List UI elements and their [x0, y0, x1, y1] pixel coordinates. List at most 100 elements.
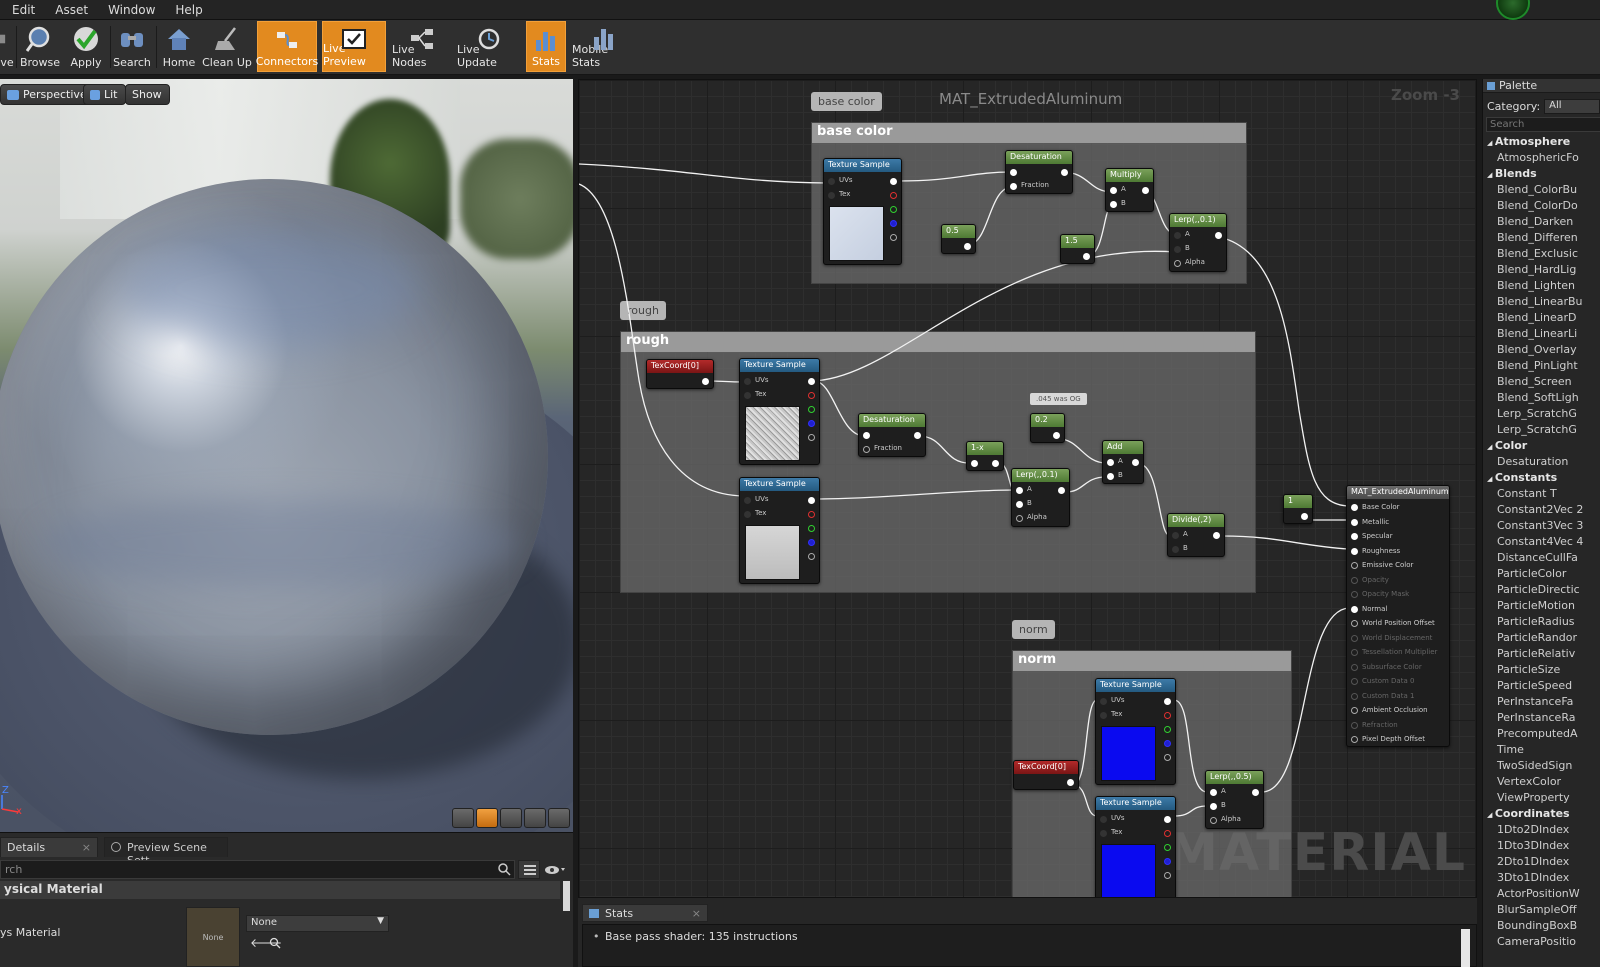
palette-item[interactable]: 1Dto2DIndex	[1483, 822, 1600, 838]
palette-item[interactable]: Constant4Vec 4	[1483, 534, 1600, 550]
node-texture-sample-3[interactable]: Texture Sample UVs Tex	[739, 477, 820, 584]
result-pin-dot[interactable]	[1351, 562, 1358, 569]
palette-item[interactable]: Blend_Overlay	[1483, 342, 1600, 358]
result-pin-dot[interactable]	[1351, 547, 1358, 555]
result-pin-dot[interactable]	[1351, 649, 1358, 656]
category-select[interactable]: All	[1544, 99, 1600, 114]
preview-mesh-button[interactable]	[548, 808, 570, 828]
menu-help[interactable]: Help	[165, 3, 212, 17]
palette-item[interactable]: ParticleSpeed	[1483, 678, 1600, 694]
node-lerp-1[interactable]: Lerp(,,0.1) A B Alpha	[1169, 213, 1227, 272]
result-pin-dot[interactable]	[1351, 591, 1358, 598]
palette-item[interactable]: Desaturation	[1483, 454, 1600, 470]
details-scrollbar[interactable]	[563, 881, 570, 911]
palette-item[interactable]: Blend_LinearD	[1483, 310, 1600, 326]
palette-item[interactable]: 1Dto3DIndex	[1483, 838, 1600, 854]
node-desaturation-1[interactable]: Desaturation Fraction	[1005, 150, 1073, 194]
node-one-minus[interactable]: 1-x	[966, 441, 1004, 471]
expand-triangle-icon[interactable]: ◢	[1487, 139, 1495, 147]
node-texcoord-2[interactable]: TexCoord[0]	[1013, 760, 1079, 790]
expand-triangle-icon[interactable]: ◢	[1487, 475, 1495, 483]
node-lerp-2[interactable]: Lerp(,,0.1) A B Alpha	[1011, 468, 1070, 527]
palette-item[interactable]: DistanceCullFa	[1483, 550, 1600, 566]
connectors-button[interactable]: Connectors	[256, 21, 318, 72]
live-update-button[interactable]: Live Update	[457, 21, 521, 72]
node-texture-sample-2[interactable]: Texture Sample UVs Tex	[739, 358, 820, 465]
bubble-base-color[interactable]: base color	[811, 92, 882, 111]
node-texture-sample-5[interactable]: Texture Sample UVs Tex	[1095, 796, 1176, 897]
perspective-button[interactable]: Perspective	[0, 84, 95, 105]
node-constant-1[interactable]: 1	[1283, 494, 1313, 524]
palette-category[interactable]: ◢ Constants	[1483, 470, 1600, 486]
palette-item[interactable]: Blend_SoftLigh	[1483, 390, 1600, 406]
palette-item[interactable]: ParticleSize	[1483, 662, 1600, 678]
palette-item[interactable]: BoundingBoxB	[1483, 918, 1600, 934]
node-texcoord-1[interactable]: TexCoord[0]	[646, 359, 714, 389]
preview-sphere-button[interactable]	[476, 808, 498, 828]
save-button[interactable]: ve	[0, 21, 14, 72]
palette-category[interactable]: ◢ Atmosphere	[1483, 134, 1600, 150]
show-button[interactable]: Show	[125, 84, 170, 105]
palette-item[interactable]: CameraPositio	[1483, 934, 1600, 950]
palette-item[interactable]: Blend_Darken	[1483, 214, 1600, 230]
stats-button[interactable]: Stats	[526, 21, 566, 72]
node-constant-1-5[interactable]: 1.5	[1060, 234, 1095, 264]
preview-plane-button[interactable]	[500, 808, 522, 828]
close-icon[interactable]: ×	[82, 841, 91, 854]
live-preview-button[interactable]: Live Preview	[322, 21, 386, 72]
palette-item[interactable]: Constant2Vec 2	[1483, 502, 1600, 518]
view-options-button[interactable]	[518, 860, 540, 879]
node-multiply[interactable]: Multiply A B	[1105, 168, 1154, 212]
clean-up-button[interactable]: Clean Up	[202, 21, 252, 72]
comment-note[interactable]: .045 was OG	[1030, 393, 1087, 405]
details-search-input[interactable]: rch	[0, 860, 515, 879]
palette-category[interactable]: ◢ Blends	[1483, 166, 1600, 182]
expand-triangle-icon[interactable]: ◢	[1487, 811, 1495, 819]
node-result-material[interactable]: MAT_ExtrudedAluminum Base Color Metallic S…	[1346, 485, 1450, 747]
palette-item[interactable]: Blend_Differen	[1483, 230, 1600, 246]
result-pin-dot[interactable]	[1351, 707, 1358, 714]
browse-search-icon[interactable]	[269, 937, 281, 949]
bubble-rough[interactable]: rough	[620, 301, 666, 320]
result-pin-dot[interactable]	[1351, 678, 1358, 685]
result-pin-dot[interactable]	[1351, 634, 1358, 642]
node-texture-sample-1[interactable]: Texture Sample UVs Tex	[823, 158, 902, 265]
tab-details[interactable]: Details ×	[0, 837, 98, 857]
palette-item[interactable]: Constant3Vec 3	[1483, 518, 1600, 534]
palette-item[interactable]: Time	[1483, 742, 1600, 758]
close-icon[interactable]: ×	[692, 907, 701, 920]
palette-item[interactable]: ActorPositionW	[1483, 886, 1600, 902]
live-nodes-button[interactable]: Live Nodes	[392, 21, 452, 72]
palette-item[interactable]: ParticleColor	[1483, 566, 1600, 582]
palette-item[interactable]: ParticleDirectic	[1483, 582, 1600, 598]
physical-material-section[interactable]: ysical Material	[0, 881, 560, 899]
home-button[interactable]: Home	[160, 21, 198, 72]
menu-window[interactable]: Window	[98, 3, 165, 17]
browse-button[interactable]: Browse	[18, 21, 62, 72]
material-graph[interactable]: MAT_ExtrudedAluminum Zoom -3 MATERIAL ba…	[578, 79, 1477, 898]
result-pin-dot[interactable]	[1351, 692, 1358, 700]
result-pin-dot[interactable]	[1351, 663, 1358, 671]
palette-category[interactable]: ◢ Coordinates	[1483, 806, 1600, 822]
mobile-stats-button[interactable]: Mobile Stats	[572, 21, 636, 72]
palette-item[interactable]: BlurSampleOff	[1483, 902, 1600, 918]
node-texture-sample-4[interactable]: Texture Sample UVs Tex	[1095, 678, 1176, 785]
palette-item[interactable]: VertexColor	[1483, 774, 1600, 790]
preview-cylinder-button[interactable]	[452, 808, 474, 828]
palette-item[interactable]: PrecomputedA	[1483, 726, 1600, 742]
palette-item[interactable]: Blend_Screen	[1483, 374, 1600, 390]
palette-item[interactable]: ParticleMotion	[1483, 598, 1600, 614]
palette-item[interactable]: Blend_LinearLi	[1483, 326, 1600, 342]
bubble-norm[interactable]: norm	[1012, 620, 1055, 639]
result-pin-dot[interactable]	[1351, 518, 1358, 526]
apply-button[interactable]: Apply	[66, 21, 106, 72]
palette-item[interactable]: ParticleRadius	[1483, 614, 1600, 630]
comment-rough[interactable]: rough	[620, 331, 1256, 593]
palette-item[interactable]: 3Dto1DIndex	[1483, 870, 1600, 886]
result-pin-dot[interactable]	[1351, 620, 1358, 627]
result-pin-dot[interactable]	[1351, 533, 1358, 540]
node-divide[interactable]: Divide(,2) A B	[1167, 513, 1225, 557]
result-pin-dot[interactable]	[1351, 605, 1358, 613]
search-button[interactable]: Search	[112, 21, 152, 72]
palette-item[interactable]: TwoSidedSign	[1483, 758, 1600, 774]
